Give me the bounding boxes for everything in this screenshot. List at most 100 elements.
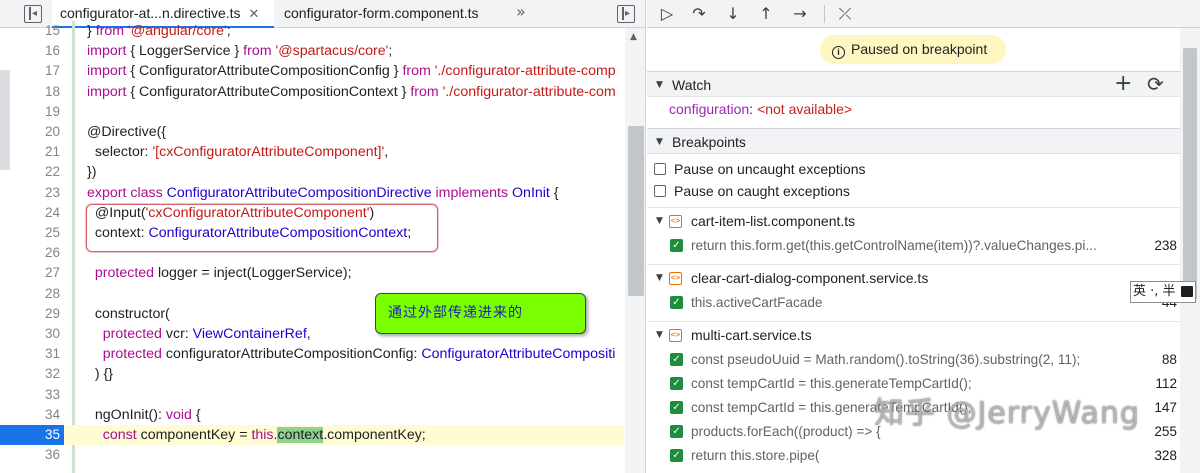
line-number[interactable]: 26 [0,243,60,263]
line-number[interactable]: 28 [0,284,60,304]
deactivate-breakpoints-icon[interactable]: ⤫ [833,2,857,26]
refresh-watch-icon[interactable]: ⟳ [1147,71,1164,97]
line-number[interactable]: 35 [0,425,64,446]
code-line[interactable]: 16 import { LoggerService } from '@sparta… [0,41,624,61]
code-token: protected [87,265,158,282]
code-line[interactable]: 34 ngOnInit(): void { [0,405,624,425]
breakpoint-file-group[interactable]: ▼ <> multi-cart.service.ts [647,321,1180,347]
code-line[interactable]: 22}) [0,162,624,182]
line-number[interactable]: 15 [0,21,60,41]
scrollbar-thumb[interactable] [628,126,644,296]
line-text: ngOnInit(): void { [87,405,201,425]
line-number[interactable]: 29 [0,304,60,324]
code-token: '@angular/core' [128,23,227,39]
watch-expression[interactable]: configuration: <not available> [669,101,852,117]
line-number[interactable]: 16 [0,41,60,61]
step-into-icon[interactable]: ↓ [721,2,745,26]
code-line[interactable]: 19 [0,102,624,122]
step-over-icon[interactable]: ↷ [687,2,711,26]
code-token: import [87,43,131,60]
caret-down-icon: ▼ [656,216,663,226]
line-number[interactable]: 33 [0,385,60,405]
code-token: selector: [87,144,153,161]
code-line[interactable]: 17 import { ConfiguratorAttributeComposit… [0,61,624,81]
more-tabs-icon[interactable]: » [516,2,526,21]
line-number[interactable]: 31 [0,344,60,364]
breakpoint-file-group[interactable]: ▼ <> cart-item-list.component.ts [647,207,1180,233]
code-line[interactable]: 18 import { ConfiguratorAttributeComposit… [0,82,624,102]
line-number[interactable]: 21 [0,142,60,162]
breakpoint-item[interactable]: ✓ const pseudoUuid = Math.random().toStri… [647,348,1180,372]
code-token: implements [435,184,513,201]
checkbox-checked-icon[interactable]: ✓ [670,377,683,390]
debugger-scrollbar[interactable] [1180,28,1200,473]
breakpoint-item[interactable]: ✓this.store.dispatch(343 [647,468,1180,473]
line-number[interactable]: 36 [0,445,60,465]
checkbox-unchecked[interactable] [654,185,666,197]
code-token: export class [87,184,167,201]
scrollbar-thumb[interactable] [1183,48,1197,300]
line-number[interactable]: 19 [0,102,60,122]
pause-uncaught-checkbox[interactable]: Pause on uncaught exceptions [654,158,865,180]
code-line-current[interactable]: 35 const componentKey = this.context.com… [0,425,624,446]
watermark: 知乎 @JerryWang [874,396,1140,431]
breakpoints-section-header[interactable]: ▼ Breakpoints [647,128,1180,154]
checkbox-checked-icon[interactable]: ✓ [670,239,683,252]
pause-caught-checkbox[interactable]: Pause on caught exceptions [654,180,850,202]
checkbox-checked-icon[interactable]: ✓ [670,353,683,366]
line-text: } from '@angular/core'; [87,21,231,41]
resume-icon[interactable]: ▷ [655,2,679,26]
ime-indicator: 英 ·, 半 [1130,281,1196,303]
code-token: { ConfiguratorAttributeCompositionContex… [130,83,411,100]
code-token: import [87,63,131,80]
breakpoint-file-group[interactable]: ▼ <> clear-cart-dialog-component.service.t… [647,264,1180,290]
line-number[interactable]: 22 [0,162,60,182]
line-number[interactable]: 18 [0,82,60,102]
checkbox-checked-icon[interactable]: ✓ [670,449,683,462]
checkbox-checked-icon[interactable]: ✓ [670,296,683,309]
line-number[interactable]: 24 [0,203,60,223]
line-number[interactable]: 20 [0,122,60,142]
code-line[interactable]: 20 @Directive({ [0,122,624,142]
code-line[interactable]: 21 selector: '[cxConfiguratorAttributeCo… [0,142,624,162]
code-line[interactable]: 23 export class ConfiguratorAttributeComp… [0,183,624,203]
breakpoints-title: Breakpoints [672,134,746,150]
line-number[interactable]: 27 [0,263,60,283]
code-token: configuratorAttributeCompositionConfig: [165,346,422,363]
tab-label: configurator-at...n.directive.ts [60,5,241,21]
scroll-up-icon[interactable]: ▲ [630,32,637,42]
breakpoint-item[interactable]: ✓this.activeCartFacade44 [647,291,1180,315]
code-line[interactable]: 33 [0,385,624,405]
code-line[interactable]: 27 protected logger = inject(LoggerServi… [0,263,624,283]
watch-section-header[interactable]: ▼ Watch + ⟳ [647,71,1180,97]
code-line[interactable]: 15 } from '@angular/core'; [0,21,624,41]
line-number[interactable]: 34 [0,405,60,425]
step-out-icon[interactable]: ↑ [754,2,778,26]
code-line[interactable]: 31 protected configuratorAttributeCompos… [0,344,624,364]
code-token: protected [87,346,166,363]
watch-expr-name: configuration [669,101,750,117]
line-number[interactable]: 23 [0,183,60,203]
line-number[interactable]: 32 [0,364,60,384]
checkbox-checked-icon[interactable]: ✓ [670,401,683,414]
breakpoint-item[interactable]: ✓ return this.store.pipe(328 [647,444,1180,468]
line-number[interactable]: 30 [0,324,60,344]
line-text: import { LoggerService } from '@spartacu… [87,41,392,61]
code-token: componentKey = [140,427,252,443]
add-watch-icon[interactable]: + [1114,71,1132,97]
breakpoint-item[interactable]: ✓ return this.form.get(this.getControlNam… [647,234,1180,258]
code-token: ViewContainerRef [192,326,307,342]
code-token: } [87,23,96,39]
line-number[interactable]: 25 [0,223,60,243]
step-icon[interactable]: → [788,2,812,26]
checkbox-unchecked[interactable] [654,163,666,175]
breakpoint-line-number: 343 [1117,468,1177,473]
line-number[interactable]: 17 [0,61,60,81]
code-line[interactable]: 36 [0,445,624,465]
editor-scrollbar[interactable]: ▲ [625,28,645,473]
code-token: constructor( [87,305,170,322]
caret-down-icon: ▼ [656,273,663,283]
checkbox-checked-icon[interactable]: ✓ [670,425,683,438]
info-icon: i [832,46,845,59]
code-line[interactable]: 32 ) {} [0,364,624,384]
